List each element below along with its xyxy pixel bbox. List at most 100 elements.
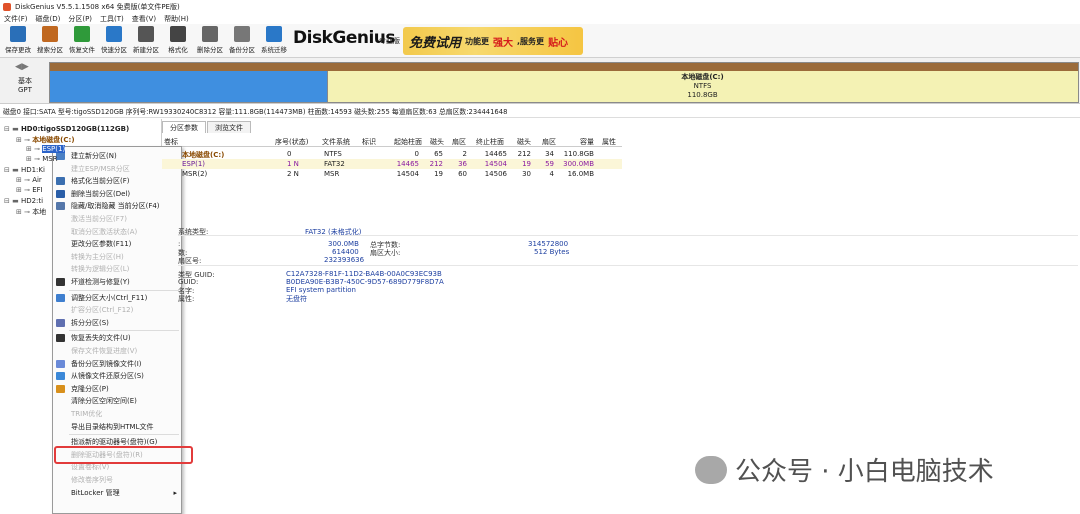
context-menu-item[interactable]: 拆分分区(S) xyxy=(53,317,181,329)
menu-item-5[interactable]: 帮助(H) xyxy=(164,14,189,24)
context-menu-item[interactable]: 删除当前分区(Del) xyxy=(53,188,181,200)
column-header[interactable]: 扇区 xyxy=(542,137,556,147)
context-menu-item[interactable]: 恢复丢失的文件(U) xyxy=(53,332,181,344)
toolbar-button-7[interactable]: 备份分区 xyxy=(227,26,257,56)
cell-sc: 14465 xyxy=(396,160,419,168)
column-header[interactable]: 磁头 xyxy=(430,137,444,147)
context-menu-item[interactable]: 更改分区参数(F11) xyxy=(53,238,181,250)
menu-item-3[interactable]: 工具(T) xyxy=(100,14,124,24)
tree-expand-icon[interactable]: ⊟ ▬ xyxy=(4,197,21,205)
menu-item-label: BitLocker 管理 xyxy=(71,488,120,497)
disk-map-esp-segment[interactable] xyxy=(50,71,327,102)
context-menu-item[interactable]: 调整分区大小(Ctrl_F11) xyxy=(53,292,181,304)
menu-item-label: 备份分区到镜像文件(I) xyxy=(71,359,142,368)
menu-item-icon xyxy=(56,293,65,302)
tree-expand-icon[interactable]: ⊞ ⊸ xyxy=(26,145,42,153)
context-menu-item: TRIM优化 xyxy=(53,408,181,420)
tree-expand-icon[interactable]: ⊞ ⊸ xyxy=(16,136,32,144)
detail-divider xyxy=(178,235,1078,236)
toolbar-button-8[interactable]: 系统迁移 xyxy=(259,26,289,56)
system-migrate-icon xyxy=(266,26,282,42)
context-menu-item[interactable]: BitLocker 管理 ▸ xyxy=(53,487,181,499)
tree-node-label: EFI xyxy=(32,186,43,194)
menu-item-icon xyxy=(56,384,65,393)
column-header[interactable]: 属性 xyxy=(602,137,616,147)
column-header[interactable]: 终止柱面 xyxy=(476,137,504,147)
context-menu-item[interactable]: 隐藏/取消隐藏 当前分区(F4) xyxy=(53,200,181,212)
context-menu-item: 转换为主分区(H) xyxy=(53,251,181,263)
menu-item-label: 克隆分区(P) xyxy=(71,384,109,393)
promo-banner[interactable]: 免费试用 功能更 强大 ,服务更 贴心 xyxy=(403,27,583,55)
tree-node[interactable]: ⊞ ⊸ MSR xyxy=(26,155,58,163)
context-menu-item[interactable]: 从镜像文件还原分区(S) xyxy=(53,370,181,382)
tree-node[interactable]: ⊞ ⊸ 本地 xyxy=(16,207,46,217)
menu-item-icon xyxy=(56,318,65,327)
menu-item-icon xyxy=(56,202,65,211)
context-menu-item[interactable]: 克隆分区(P) xyxy=(53,383,181,395)
cell-name: ESP(1) xyxy=(182,160,206,168)
disk-nav-arrows-icon[interactable]: ◀▶ xyxy=(15,62,29,72)
tree-node-label: ESP(1) xyxy=(42,145,66,153)
tree-expand-icon[interactable]: ⊞ ⊸ xyxy=(16,176,32,184)
menu-item-4[interactable]: 查看(V) xyxy=(132,14,156,24)
highlight-box xyxy=(54,446,193,464)
cell-size: 110.8GB xyxy=(563,150,594,158)
wechat-icon xyxy=(695,455,727,484)
cell-size: 16.0MB xyxy=(567,170,594,178)
column-header[interactable]: 文件系统 xyxy=(322,137,350,147)
promo-text-1: 功能更 xyxy=(465,36,490,46)
tree-expand-icon[interactable]: ⊟ ▬ xyxy=(4,166,21,174)
tree-expand-icon[interactable]: ⊟ ▬ xyxy=(4,125,21,133)
tree-node[interactable]: ⊟ ▬ HD0:tigoSSD120GB(112GB) xyxy=(4,125,129,133)
tree-expand-icon[interactable]: ⊞ ⊸ xyxy=(16,208,32,216)
tree-node[interactable]: ⊞ ⊸ ESP(1) xyxy=(26,145,66,153)
toolbar-button-2[interactable]: 恢复文件 xyxy=(67,26,97,56)
menu-item-icon xyxy=(56,372,65,381)
title-bar: DiskGenius V5.5.1.1508 x64 免费版(单文件PE版) xyxy=(0,0,1080,13)
cell-fs: FAT32 xyxy=(324,160,345,168)
column-header[interactable]: 磁头 xyxy=(517,137,531,147)
tab-0[interactable]: 分区参数 xyxy=(162,121,206,133)
toolbar-button-1[interactable]: 搜索分区 xyxy=(35,26,65,56)
table-row[interactable]: 本地磁盘(C:) 0 NTFS 0 65 2 14465 212 34 110.8GB xyxy=(162,149,622,159)
tree-expand-icon[interactable]: ⊞ ⊸ xyxy=(26,155,42,163)
toolbar-label: 恢复文件 xyxy=(69,46,95,54)
toolbar-button-5[interactable]: 格式化 xyxy=(163,26,193,56)
toolbar-button-3[interactable]: 快速分区 xyxy=(99,26,129,56)
menu-separator xyxy=(69,289,179,291)
toolbar-button-0[interactable]: 保存更改 xyxy=(3,26,33,56)
context-menu-item[interactable]: 备份分区到镜像文件(I) xyxy=(53,358,181,370)
context-menu-item[interactable]: 坏道检测与修复(Y) xyxy=(53,276,181,288)
menu-item-2[interactable]: 分区(P) xyxy=(68,14,92,24)
menu-item-0[interactable]: 文件(F) xyxy=(4,14,28,24)
menu-item-1[interactable]: 磁盘(D) xyxy=(36,14,61,24)
menu-item-label: 更改分区参数(F11) xyxy=(71,240,132,249)
table-row[interactable]: MSR(2) 2 N MSR 14504 19 60 14506 30 4 16.0MB xyxy=(162,169,622,179)
toolbar-button-6[interactable]: 删除分区 xyxy=(195,26,225,56)
tree-expand-icon[interactable]: ⊞ ⊸ xyxy=(16,186,32,194)
column-header[interactable]: 起始柱面 xyxy=(394,137,422,147)
detail-sector-size-label: 扇区大小: xyxy=(370,249,401,257)
tree-node[interactable]: ⊟ ▬ HD2:ti xyxy=(4,197,43,205)
menu-item-label: 导出目录结构到HTML文件 xyxy=(71,422,154,431)
tree-node[interactable]: ⊞ ⊸ Air xyxy=(16,176,42,184)
tree-node[interactable]: ⊟ ▬ HD1:Ki xyxy=(4,166,45,174)
tree-node-label: HD0:tigoSSD120GB(112GB) xyxy=(20,125,130,133)
tree-node[interactable]: ⊞ ⊸ EFI xyxy=(16,186,43,194)
column-header[interactable]: 序号(状态) xyxy=(275,137,308,147)
menu-item-label: 删除当前分区(Del) xyxy=(71,189,131,198)
table-row[interactable]: ESP(1) 1 N FAT32 14465 212 36 14504 19 59 300.0MB xyxy=(162,159,622,169)
context-menu-item[interactable]: 清除分区空闲空间(E) xyxy=(53,395,181,407)
tab-1[interactable]: 浏览文件 xyxy=(207,121,251,133)
disk-type-basic: 基本 xyxy=(18,77,32,85)
cell-eh: 30 xyxy=(522,170,531,178)
column-header[interactable]: 容量 xyxy=(580,137,594,147)
toolbar-button-4[interactable]: 新建分区 xyxy=(131,26,161,56)
column-header[interactable]: 标识 xyxy=(362,137,376,147)
tree-node[interactable]: ⊞ ⊸ 本地磁盘(C:) xyxy=(16,135,75,145)
menu-item-label: 调整分区大小(Ctrl_F11) xyxy=(71,293,148,302)
partition-table-header: 卷标 序号(状态) 文件系统 标识 起始柱面 磁头 扇区 终止柱面 磁头 扇区 容量 属性 xyxy=(162,135,622,147)
detail-sector-size: 512 Bytes xyxy=(534,248,570,256)
column-header[interactable]: 扇区 xyxy=(452,137,466,147)
context-menu-item[interactable]: 导出目录结构到HTML文件 xyxy=(53,421,181,433)
